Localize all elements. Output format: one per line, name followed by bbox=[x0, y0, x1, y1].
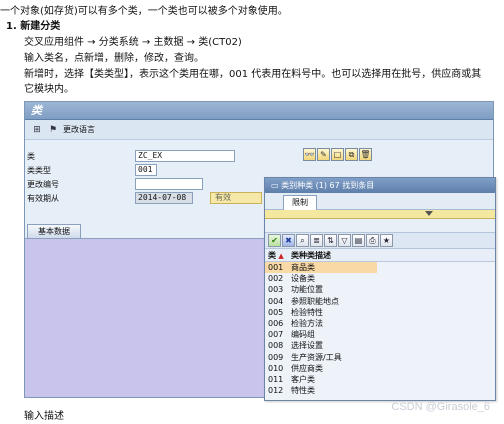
header-class-desc[interactable]: 类种类描述 bbox=[289, 249, 469, 261]
class-type-description: 编码组 bbox=[291, 330, 315, 340]
class-input[interactable]: ZC_EX bbox=[135, 150, 235, 162]
caption-text: 输入描述 bbox=[24, 411, 64, 422]
list-item[interactable]: 011 客户类 bbox=[265, 374, 495, 385]
tab-restrictions[interactable]: 限制 bbox=[283, 195, 317, 210]
check-icon[interactable]: ✔ bbox=[268, 234, 281, 247]
glasses-icon[interactable]: 👓 bbox=[303, 148, 316, 161]
class-type-code: 011 bbox=[268, 374, 284, 384]
tab-basic-data[interactable]: 基本数据 bbox=[27, 224, 81, 238]
list-item[interactable]: 009 生产资源/工具 bbox=[265, 352, 495, 363]
copy-icon[interactable]: ⧉ bbox=[345, 148, 358, 161]
popup-column-header: 类 ▲ 类种类描述 bbox=[265, 249, 495, 262]
class-type-description: 功能位置 bbox=[291, 285, 323, 295]
list-item[interactable]: 002 设备类 bbox=[265, 273, 495, 284]
class-type-description: 检验方法 bbox=[291, 318, 323, 328]
header-class-code[interactable]: 类 ▲ bbox=[265, 249, 289, 261]
class-type-popup: ▭ 类别种类 (1) 67 找到条目 限制 ✔ ✖ ⌕ ≣ ⇅ ▽ ▤ ⎙ ★ … bbox=[264, 177, 496, 401]
class-type-code: 006 bbox=[268, 318, 284, 328]
change-language-button[interactable]: 更改语言 bbox=[63, 124, 95, 135]
sort-icon[interactable]: ⇅ bbox=[324, 234, 337, 247]
list-item[interactable]: 003 功能位置 bbox=[265, 284, 495, 295]
class-type-code: 010 bbox=[268, 363, 284, 373]
change-number-input[interactable] bbox=[135, 178, 203, 190]
class-type-description: 供应商类 bbox=[291, 363, 323, 373]
class-type-description: 参照职能地点 bbox=[291, 296, 339, 306]
popup-spacer bbox=[265, 219, 495, 232]
class-type-label: 类类型 bbox=[27, 166, 51, 175]
class-type-description: 设备类 bbox=[291, 274, 315, 284]
popup-restriction-bar[interactable] bbox=[265, 210, 495, 219]
list-item[interactable]: 010 供应商类 bbox=[265, 363, 495, 374]
class-type-code: 002 bbox=[268, 274, 284, 284]
instruction-line: 输入类名，点新增，删除，修改，查询。 bbox=[24, 53, 204, 64]
section-heading: 1. 新建分类 bbox=[6, 21, 61, 32]
class-type-code: 012 bbox=[268, 386, 284, 396]
list-item[interactable]: 005 检验特性 bbox=[265, 307, 495, 318]
intro-line: 一个对象(如存货)可以有多个类，一个类也可以被多个对象使用。 bbox=[0, 6, 288, 17]
class-action-buttons: 👓 ✎ □ ⧉ 🗑 bbox=[303, 148, 372, 161]
menu-path: 交叉应用组件 → 分类系统 → 主数据 → 类(CT02) bbox=[24, 37, 242, 48]
valid-from-input[interactable]: 2014-07-08 bbox=[135, 192, 193, 204]
window-icon: ▭ bbox=[271, 181, 282, 190]
sort-asc-icon: ▲ bbox=[276, 252, 284, 260]
hierarchy-icon[interactable]: ⊞ bbox=[31, 124, 43, 136]
class-type-code: 004 bbox=[268, 296, 284, 306]
tab-strip: 基本数据 bbox=[27, 224, 81, 238]
class-type-code: 009 bbox=[268, 352, 284, 362]
triangle-down-icon[interactable] bbox=[425, 211, 433, 216]
list-item[interactable]: 001 商品类 bbox=[265, 262, 495, 274]
class-type-description: 特性类 bbox=[291, 386, 315, 396]
list-item[interactable]: 004 参照职能地点 bbox=[265, 296, 495, 307]
filter-icon[interactable]: ▽ bbox=[338, 234, 351, 247]
list-item[interactable]: 008 选择设置 bbox=[265, 340, 495, 351]
list-item[interactable]: 006 检验方法 bbox=[265, 318, 495, 329]
popup-tabbar: 限制 bbox=[265, 193, 495, 210]
paragraph-line-1: 新增时，选择【类类型】，表示这个类用在哪，001 代表用在料号中。也可以选择用在… bbox=[24, 69, 482, 80]
popup-toolbar: ✔ ✖ ⌕ ≣ ⇅ ▽ ▤ ⎙ ★ bbox=[265, 232, 495, 249]
class-type-code: 007 bbox=[268, 330, 284, 340]
class-type-code: 005 bbox=[268, 307, 284, 317]
class-type-description: 商品类 bbox=[289, 262, 377, 274]
list-item[interactable]: 007 编码组 bbox=[265, 329, 495, 340]
create-icon[interactable]: □ bbox=[331, 148, 344, 161]
sap-toolbar: ⊞ ⚑ 更改语言 bbox=[25, 120, 493, 140]
popup-list: 001 商品类 002 设备类 003 功能位置 004 参照职能地点 005 检验特性 006 检验… bbox=[265, 262, 495, 396]
trash-icon[interactable]: 🗑 bbox=[359, 148, 372, 161]
watermark: CSDN @Girasole_6 bbox=[391, 401, 490, 413]
list-item[interactable]: 012 特性类 bbox=[265, 385, 495, 396]
class-type-code: 008 bbox=[268, 341, 284, 351]
class-type-code: 003 bbox=[268, 285, 284, 295]
class-type-description: 客户类 bbox=[291, 374, 315, 384]
class-type-description: 检验特性 bbox=[291, 307, 323, 317]
class-type-code: 001 bbox=[265, 262, 289, 274]
favorite-icon[interactable]: ★ bbox=[380, 234, 393, 247]
sap-window-title: 类 bbox=[25, 102, 493, 120]
change-number-label: 更改编号 bbox=[27, 180, 59, 189]
flag-icon[interactable]: ⚑ bbox=[47, 124, 59, 136]
pencil-icon[interactable]: ✎ bbox=[317, 148, 330, 161]
paragraph-line-2: 它模块内。 bbox=[24, 84, 74, 95]
layout-icon[interactable]: ▤ bbox=[352, 234, 365, 247]
class-type-input[interactable]: 001 bbox=[135, 164, 157, 176]
popup-title: ▭ 类别种类 (1) 67 找到条目 bbox=[265, 178, 495, 193]
close-icon[interactable]: ✖ bbox=[282, 234, 295, 247]
class-label: 类 bbox=[27, 152, 35, 161]
popup-title-text: 类别种类 (1) 67 找到条目 bbox=[281, 181, 375, 190]
find-next-icon[interactable]: ≣ bbox=[310, 234, 323, 247]
valid-from-label: 有效期从 bbox=[27, 194, 59, 203]
class-type-description: 选择设置 bbox=[291, 341, 323, 351]
print-icon[interactable]: ⎙ bbox=[366, 234, 379, 247]
find-icon[interactable]: ⌕ bbox=[296, 234, 309, 247]
valid-to-strip: 有效 bbox=[210, 192, 262, 204]
class-type-description: 生产资源/工具 bbox=[291, 352, 342, 362]
